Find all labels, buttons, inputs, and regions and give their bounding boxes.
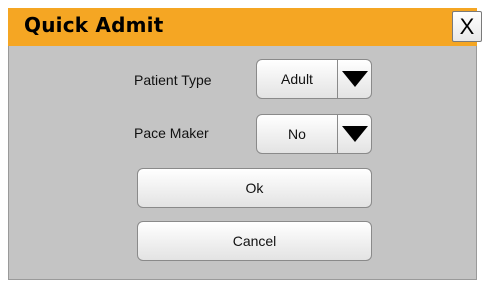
patient-type-value: Adult — [281, 71, 313, 87]
patient-type-label: Patient Type — [134, 72, 212, 88]
triangle-down-icon — [338, 60, 371, 98]
dialog-title: Quick Admit — [24, 13, 164, 37]
triangle-down-icon — [338, 115, 371, 153]
pace-maker-dropdown[interactable]: No — [256, 114, 372, 154]
pace-maker-value: No — [288, 126, 306, 142]
cancel-button-label: Cancel — [232, 233, 277, 249]
cancel-button[interactable]: Cancel — [137, 221, 372, 261]
close-icon: X — [459, 13, 475, 39]
ok-button-label: Ok — [245, 180, 264, 196]
pace-maker-label: Pace Maker — [134, 125, 209, 141]
patient-type-dropdown[interactable]: Adult — [256, 59, 372, 99]
ok-button[interactable]: Ok — [137, 168, 372, 208]
title-bar: Quick Admit X — [8, 8, 482, 46]
close-button[interactable]: X — [452, 11, 482, 42]
